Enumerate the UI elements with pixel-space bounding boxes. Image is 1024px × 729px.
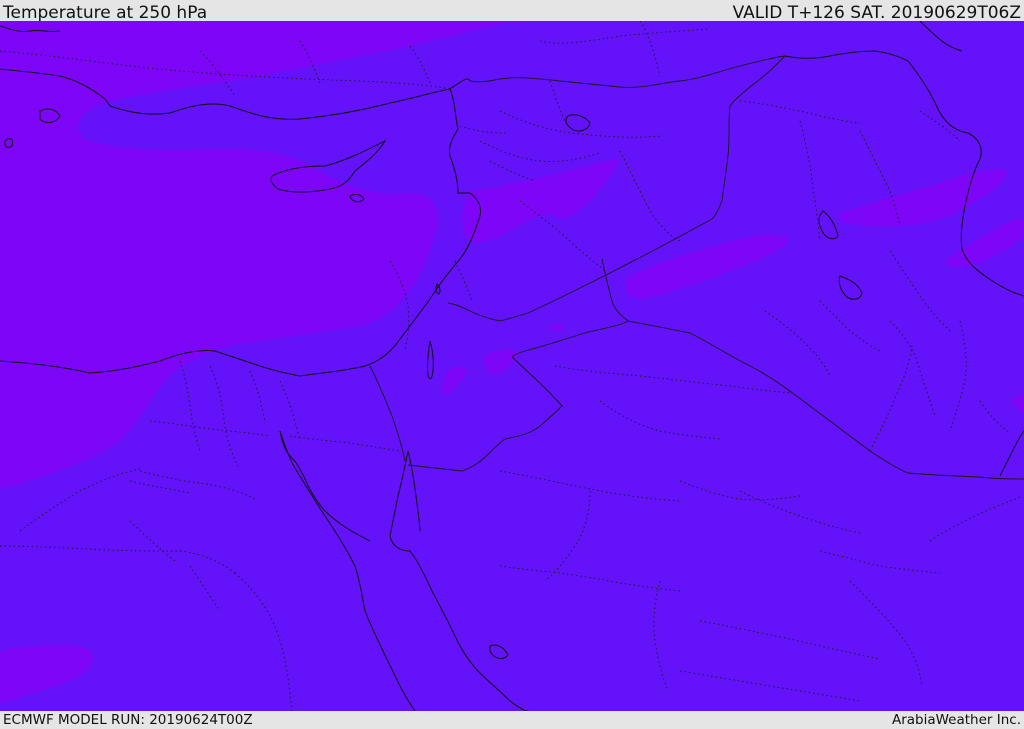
temperature-map[interactable]: [0, 21, 1024, 711]
map-panel[interactable]: [0, 21, 1024, 711]
map-title: Temperature at 250 hPa: [3, 3, 208, 23]
footer-bar: ECMWF MODEL RUN: 20190624T00Z ArabiaWeat…: [0, 711, 1024, 729]
model-run-label: ECMWF MODEL RUN: 20190624T00Z: [3, 712, 253, 728]
header-bar: Temperature at 250 hPa VALID T+126 SAT. …: [0, 0, 1024, 23]
credit-label: ArabiaWeather Inc.: [891, 712, 1021, 728]
valid-time-label: VALID T+126 SAT. 20190629T06Z: [732, 3, 1021, 23]
